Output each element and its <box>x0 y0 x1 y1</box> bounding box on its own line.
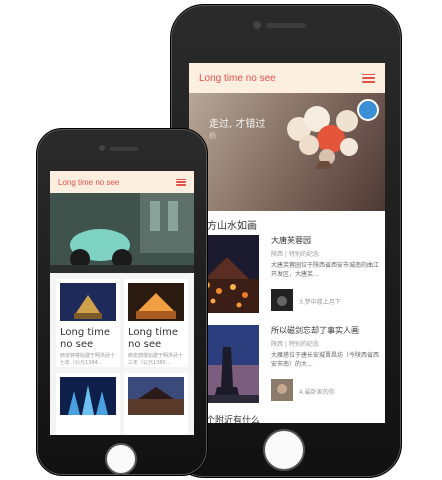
app-header: Long time no see <box>189 63 385 93</box>
fountain-show-image <box>60 377 116 415</box>
front-camera <box>99 145 105 151</box>
item-tags: 陕西 | 特别的纪念 <box>271 341 319 348</box>
hero-banner[interactable]: 走过, 才错过 杨 <box>189 93 385 211</box>
front-camera <box>253 21 261 29</box>
mockup-stage: Long time no see 走过, 才错过 杨 一方山水如画 大唐芙蓉园 … <box>0 0 442 480</box>
avatar-badge[interactable] <box>357 99 379 121</box>
mini-thumbnail <box>271 289 293 311</box>
home-button[interactable] <box>105 443 137 475</box>
small-phone: Long time no see Long time no see 西安钟楼始建… <box>36 128 208 476</box>
hamburger-menu-icon[interactable] <box>362 73 375 83</box>
list-item[interactable]: 所以磁剑忘却了事实人画 陕西 | 特别的纪念 大雁塔位于唐长安城晋昌坊（今陕西省… <box>195 325 381 409</box>
item-description: 大唐芙蓉园位于陕西省西安市城南的曲江开发区，大唐芙... <box>271 262 380 278</box>
mini-thumbnail <box>271 379 293 401</box>
hero-subcaption: 杨 <box>209 132 216 140</box>
mini-label: 4.最卧家的你 <box>299 389 335 396</box>
hero-caption: 走过, 才错过 <box>209 119 266 130</box>
gate-dusk-image <box>128 377 184 415</box>
card[interactable] <box>124 373 188 435</box>
app-title: Long time no see <box>58 177 120 187</box>
card-grid: Long time no see 西安钟楼始建于明洪武十七年（公元1384...… <box>50 273 194 435</box>
earpiece-speaker <box>266 23 306 28</box>
large-phone-screen: Long time no see 走过, 才错过 杨 一方山水如画 大唐芙蓉园 … <box>189 63 385 423</box>
item-title: 所以磁剑忘却了事实人画 <box>271 326 359 335</box>
card-description: 西安钟楼始建于明洪武十七年（公元1384... <box>60 353 116 366</box>
scenery-section: 一方山水如画 大唐芙蓉园 陕西 | 特别的纪念 大唐芙蓉园位于陕西省西安市城南的… <box>189 211 385 423</box>
mini-label: 3.梦中楼上月下 <box>299 299 341 306</box>
hero-banner[interactable] <box>50 193 194 273</box>
hamburger-menu-icon[interactable] <box>176 178 186 186</box>
small-phone-screen: Long time no see Long time no see 西安钟楼始建… <box>50 171 194 435</box>
item-description: 大雁塔位于唐长安城晋昌坊（今陕西省西安市南）的大... <box>271 352 380 368</box>
list-item[interactable]: 大唐芙蓉园 陕西 | 特别的纪念 大唐芙蓉园位于陕西省西安市城南的曲江开发区，大… <box>195 235 381 319</box>
item-tags: 陕西 | 特别的纪念 <box>271 251 319 258</box>
app-title: Long time no see <box>199 72 276 84</box>
card[interactable]: Long time no see 西安钟楼始建于明洪武十七年（公元1384... <box>56 279 120 367</box>
bell-tower-night-image <box>60 283 116 321</box>
card-description: 西安鼓楼始建于明洪武十三年（公元1380... <box>128 353 184 366</box>
earpiece-speaker <box>110 147 138 151</box>
card[interactable]: Long time no see 西安鼓楼始建于明洪武十三年（公元1380... <box>124 279 188 367</box>
item-title: 大唐芙蓉园 <box>271 236 311 245</box>
home-button[interactable] <box>263 429 305 471</box>
card[interactable] <box>56 373 120 435</box>
app-header: Long time no see <box>50 171 194 193</box>
card-title: Long time no see <box>60 327 110 350</box>
card-title: Long time no see <box>128 327 178 350</box>
scooter-street-image <box>50 193 194 273</box>
rose-bouquet-image <box>287 106 358 169</box>
drum-tower-night-image <box>128 283 184 321</box>
